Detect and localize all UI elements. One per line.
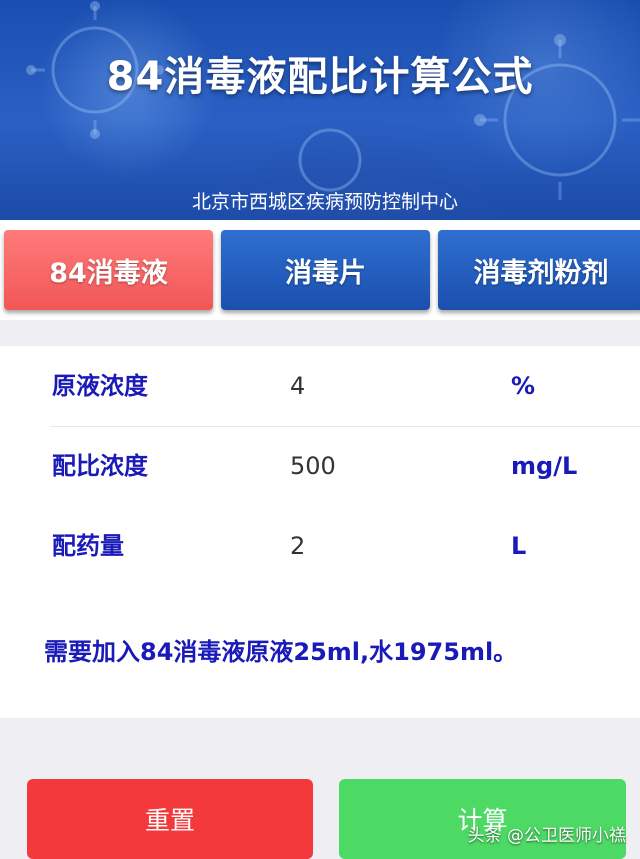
- target-concentration-row: 配比浓度 500 mg/L: [0, 426, 640, 506]
- organization-subtitle: 北京市西城区疾病预防控制中心: [191, 191, 458, 213]
- target-concentration-unit: mg/L: [511, 452, 578, 480]
- dose-volume-row: 配药量 2 L: [0, 506, 640, 586]
- tab-disinfectant-tablet[interactable]: 消毒片: [221, 230, 430, 310]
- tab-disinfectant-powder[interactable]: 消毒剂粉剂: [438, 230, 640, 310]
- stock-concentration-row: 原液浓度 4 %: [0, 346, 640, 426]
- tab-bar: 84消毒液 消毒片 消毒剂粉剂: [0, 220, 640, 320]
- dose-volume-unit: L: [511, 532, 527, 560]
- dose-volume-label: 配药量: [52, 532, 124, 560]
- stock-concentration-label: 原液浓度: [52, 372, 148, 400]
- stock-concentration-input[interactable]: 4: [290, 346, 305, 426]
- target-concentration-label: 配比浓度: [52, 452, 148, 480]
- stock-concentration-unit: %: [511, 372, 536, 400]
- page-title: 84消毒液配比计算公式: [106, 54, 534, 100]
- result-text: 需要加入84消毒液原液25ml,水1975ml。: [44, 638, 518, 666]
- source-watermark: 头条 @公卫医师小禚: [467, 826, 626, 846]
- calculate-button[interactable]: 计算: [339, 779, 626, 859]
- header-banner: 84消毒液配比计算公式 北京市西城区疾病预防控制中心: [0, 0, 640, 220]
- calculator-form: 原液浓度 4 % 配比浓度 500 mg/L 配药量 2 L 需要加入84消毒液…: [0, 346, 640, 718]
- tab-84-disinfectant[interactable]: 84消毒液: [4, 230, 213, 310]
- dose-volume-input[interactable]: 2: [290, 506, 305, 586]
- reset-button[interactable]: 重置: [27, 779, 313, 859]
- target-concentration-input[interactable]: 500: [290, 426, 336, 506]
